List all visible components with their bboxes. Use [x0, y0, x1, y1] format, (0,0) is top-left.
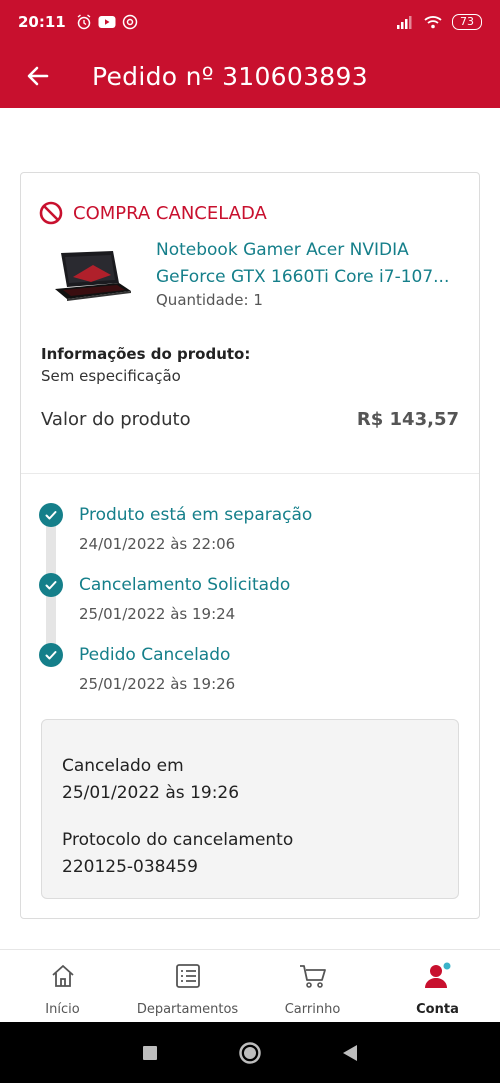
- timeline-step: Pedido Cancelado 25/01/2022 às 19:26: [39, 643, 459, 713]
- user-icon: [423, 962, 453, 990]
- wifi-icon: [424, 16, 442, 29]
- arrow-left-icon: [27, 66, 49, 86]
- recent-apps-button[interactable]: [135, 1038, 165, 1068]
- app-bar: Pedido nº 310603893: [0, 44, 500, 108]
- cancelled-at-value: 25/01/2022 às 19:26: [62, 783, 240, 803]
- product-info-label: Informações do produto:: [41, 345, 251, 363]
- battery-indicator: 73: [452, 14, 482, 30]
- product-image[interactable]: [53, 247, 133, 307]
- nav-item-conta[interactable]: Conta: [375, 950, 500, 1022]
- home-icon: [48, 962, 78, 990]
- list-icon: [173, 962, 203, 990]
- card-divider: [21, 473, 479, 474]
- nav-item-departamentos[interactable]: Departamentos: [125, 950, 250, 1022]
- timeline-step-date: 24/01/2022 às 22:06: [79, 535, 236, 553]
- nav-item-carrinho[interactable]: Carrinho: [250, 950, 375, 1022]
- prohibited-icon: [39, 201, 63, 225]
- status-time: 20:11: [18, 13, 66, 31]
- youtube-icon: [98, 16, 116, 28]
- bottom-navigation: Início Departamentos Carrinho Conta: [0, 949, 500, 1022]
- protocol-value: 220125-038459: [62, 857, 198, 877]
- system-navigation-bar: [0, 1022, 500, 1083]
- check-icon: [39, 573, 63, 597]
- timeline-step-title: Cancelamento Solicitado: [79, 575, 291, 595]
- cart-icon: [298, 962, 328, 990]
- order-status-label: COMPRA CANCELADA: [73, 202, 267, 224]
- home-button[interactable]: [235, 1038, 265, 1068]
- signal-icon: [397, 16, 412, 29]
- status-bar: 20:11 73: [0, 0, 500, 44]
- nav-item-label: Departamentos: [136, 1002, 239, 1017]
- order-card: COMPRA CANCELADA Notebook Gamer Acer NVI…: [20, 172, 480, 919]
- cancelled-at-label: Cancelado em: [62, 756, 184, 776]
- timeline-step-title: Produto está em separação: [79, 505, 313, 525]
- triangle-back-icon: [343, 1044, 357, 1061]
- price-value: R$ 143,57: [356, 409, 459, 430]
- timeline-step-title: Pedido Cancelado: [79, 645, 231, 665]
- square-icon: [143, 1045, 157, 1060]
- order-status: COMPRA CANCELADA: [39, 201, 267, 225]
- back-button[interactable]: [20, 58, 56, 94]
- check-icon: [39, 643, 63, 667]
- product-info-value: Sem especificação: [41, 367, 181, 385]
- timeline-step: Produto está em separação 24/01/2022 às …: [39, 503, 459, 573]
- nav-item-label: Início: [45, 1002, 80, 1017]
- product-name-line1: Notebook Gamer Acer NVIDIA: [156, 240, 409, 260]
- system-back-button[interactable]: [335, 1038, 365, 1068]
- page-title: Pedido nº 310603893: [92, 61, 368, 91]
- nav-item-inicio[interactable]: Início: [0, 950, 125, 1022]
- protocol-label: Protocolo do cancelamento: [62, 830, 294, 850]
- product-name-line2: GeForce GTX 1660Ti Core i7-107...: [156, 267, 450, 287]
- cancellation-info-box: Cancelado em 25/01/2022 às 19:26 Protoco…: [41, 719, 459, 899]
- timeline-step-date: 25/01/2022 às 19:26: [79, 675, 236, 693]
- status-right: 73: [396, 14, 482, 30]
- timeline-step: Cancelamento Solicitado 25/01/2022 às 19…: [39, 573, 459, 643]
- circle-icon: [239, 1041, 261, 1064]
- product-quantity: Quantidade: 1: [156, 291, 263, 309]
- nav-item-label: Carrinho: [284, 1002, 341, 1017]
- product-name-link[interactable]: Notebook Gamer Acer NVIDIA GeForce GTX 1…: [156, 237, 466, 291]
- alarm-icon: [77, 14, 91, 30]
- price-label: Valor do produto: [41, 409, 191, 430]
- check-icon: [39, 503, 63, 527]
- chrome-icon: [122, 14, 137, 30]
- timeline-step-date: 25/01/2022 às 19:24: [79, 605, 236, 623]
- nav-item-label: Conta: [416, 1002, 459, 1017]
- status-icons: [76, 14, 138, 30]
